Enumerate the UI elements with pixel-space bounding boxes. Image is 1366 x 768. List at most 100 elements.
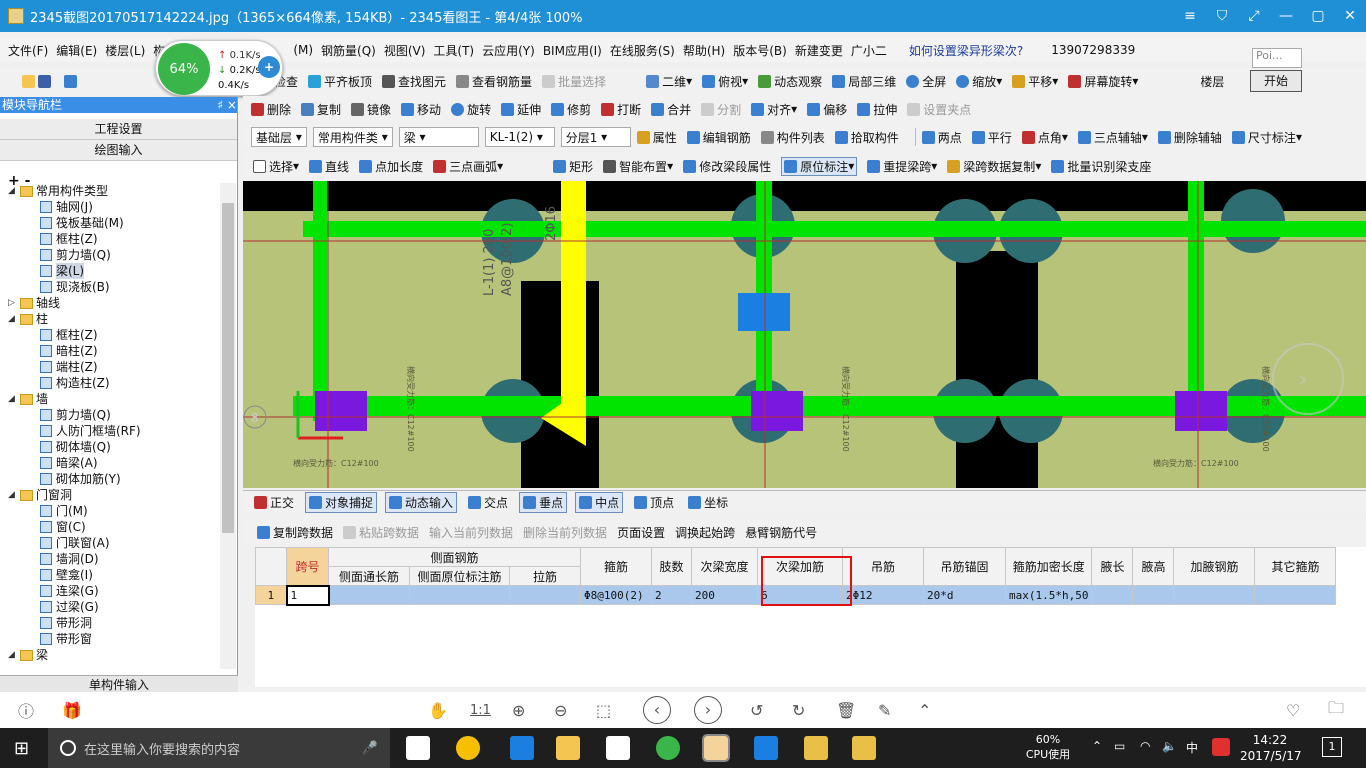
info-icon[interactable]: ⓘ	[18, 698, 34, 722]
perpendicular-snap[interactable]: 垂点	[519, 492, 568, 513]
dimension-dropdown[interactable]: 尺寸标注 ▾	[1231, 129, 1302, 146]
re-extract-span-dropdown[interactable]: 重提梁跨 ▾	[867, 158, 937, 175]
sogou-ime-icon[interactable]	[1212, 738, 1230, 756]
midpoint-snap[interactable]: 中点	[575, 492, 624, 513]
tree-item[interactable]: 砌体墙(Q)	[0, 439, 220, 455]
open-folder-viewer-icon[interactable]: 🗀	[1328, 697, 1344, 724]
cell-hanger[interactable]: 2Φ12	[842, 585, 924, 605]
header-side-in-situ[interactable]: 侧面原位标注筋	[409, 566, 510, 586]
tree-item[interactable]: ◢ 柱	[0, 311, 220, 327]
new-file-icon[interactable]	[6, 75, 19, 88]
pick-component-button[interactable]: 拾取构件	[834, 129, 899, 146]
delete-aux-button[interactable]: 删除辅轴	[1157, 129, 1222, 146]
paste-span-data-button[interactable]: 粘贴跨数据	[343, 524, 419, 541]
tray-chevron-icon[interactable]: ⌃	[1092, 739, 1102, 753]
menu-online[interactable]: 在线服务(S)	[610, 42, 675, 59]
volume-icon[interactable]: 🔈	[1162, 739, 1177, 753]
wifi-icon[interactable]: ◠	[1140, 739, 1150, 753]
menu-bim[interactable]: BIM应用(I)	[543, 42, 602, 59]
windows-start-icon[interactable]: ⊞	[14, 738, 29, 759]
taskbar-app-2-icon[interactable]	[456, 736, 480, 760]
rectangle-button[interactable]: 矩形	[553, 158, 593, 175]
flush-slab-top-button[interactable]: 平齐板顶	[308, 73, 372, 90]
layer-select[interactable]: 分层1 ▾	[560, 127, 631, 147]
file-explorer-icon[interactable]	[556, 736, 580, 760]
menu-icon[interactable]: ≡	[1174, 8, 1206, 24]
tree-item[interactable]: 带形窗	[0, 631, 220, 647]
floor-button[interactable]: 楼层	[1200, 73, 1224, 90]
plan-drawing[interactable]: 8 › L-1(1) 200 A8@100(2) 2Φ16 横向受力筋：C12#…	[243, 181, 1366, 488]
header-secondary-width[interactable]: 次梁宽度	[691, 547, 758, 586]
cell-legs[interactable]: 2	[651, 585, 692, 605]
component-type-select[interactable]: 常用构件类 ▾	[312, 127, 393, 147]
menu-file[interactable]: 文件(F)	[8, 42, 48, 59]
cell-haunch-length[interactable]	[1091, 585, 1134, 605]
floor-select[interactable]: 基础层 ▾	[251, 127, 307, 147]
tree-item[interactable]: 壁龛(I)	[0, 567, 220, 583]
mirror-button[interactable]: 镜像	[351, 101, 391, 118]
split-button[interactable]: 分割	[701, 101, 741, 118]
cell-span-no[interactable]: 1	[285, 584, 330, 606]
microphone-icon[interactable]: 🎤	[362, 741, 378, 756]
point-length-button[interactable]: 点加长度	[359, 158, 423, 175]
save-icon[interactable]	[38, 74, 51, 88]
clock[interactable]: 14:22 2017/5/17	[1240, 732, 1302, 764]
drawing-canvas[interactable]: 8 › L-1(1) 200 A8@100(2) 2Φ16 横向受力筋：C12#…	[243, 181, 1366, 488]
copy-span-data-button[interactable]: 复制跨数据	[257, 524, 333, 541]
tree-expand-icon[interactable]: ◢	[8, 487, 18, 503]
ime-indicator[interactable]: 中	[1186, 739, 1198, 756]
cell-side-continuous[interactable]	[328, 585, 410, 605]
intersection-snap[interactable]: 交点	[465, 493, 511, 512]
header-stirrup-dense-length[interactable]: 箍筋加密长度	[1004, 547, 1093, 586]
tree-item[interactable]: 门联窗(A)	[0, 535, 220, 551]
tree-item[interactable]: 带形洞	[0, 615, 220, 631]
hand-tool-icon[interactable]: ✋	[428, 701, 448, 720]
vertex-snap[interactable]: 顶点	[631, 493, 677, 512]
store-icon[interactable]	[606, 736, 630, 760]
set-grip-button[interactable]: 设置夹点	[907, 101, 971, 118]
modify-beam-span-button[interactable]: 修改梁段属性	[683, 158, 771, 175]
menu-guangxiaoer[interactable]: 广小二	[851, 42, 887, 59]
menu-floor[interactable]: 楼层(L)	[105, 42, 145, 59]
tree-item[interactable]: 暗柱(Z)	[0, 343, 220, 359]
tree-scrollbar[interactable]	[220, 183, 236, 669]
cell-tie-bar[interactable]	[509, 585, 581, 605]
component-select[interactable]: 梁 ▾	[398, 127, 479, 147]
single-component-input-button[interactable]: 单构件输入	[0, 675, 238, 692]
menu-edit[interactable]: 编辑(E)	[56, 42, 97, 59]
cell-haunch-height[interactable]	[1132, 585, 1175, 605]
in-situ-annotation-button[interactable]: 原位标注 ▾	[781, 156, 858, 176]
tree-expand-icon[interactable]: ◢	[8, 311, 18, 327]
header-haunch-length[interactable]: 腋长	[1091, 547, 1134, 586]
close-button[interactable]: ✕	[1334, 8, 1366, 24]
drawing-input-button[interactable]: 绘图输入	[0, 140, 237, 161]
dynamic-input-toggle[interactable]: 动态输入	[385, 492, 458, 513]
top-view-dropdown[interactable]: 俯视 ▾	[702, 73, 748, 90]
tree-item[interactable]: ◢ 常用构件类型	[0, 183, 220, 199]
header-hanger[interactable]: 吊筋	[842, 547, 924, 586]
2d-view-dropdown[interactable]: 二维 ▾	[646, 73, 692, 90]
glodon-app-icon[interactable]	[852, 736, 876, 760]
tree-item[interactable]: 构造柱(Z)	[0, 375, 220, 391]
extend-button[interactable]: 延伸	[501, 101, 541, 118]
tree-item[interactable]: 梁(L)	[0, 263, 220, 279]
tree-item[interactable]: 筏板基础(M)	[0, 215, 220, 231]
cantilever-code-button[interactable]: 悬臂钢筋代号	[745, 524, 817, 541]
header-span-no[interactable]: 跨号	[286, 547, 329, 586]
edit-image-icon[interactable]: ✎	[878, 701, 891, 720]
tree-item[interactable]: 连梁(G)	[0, 583, 220, 599]
tree-item[interactable]: 人防门框墙(RF)	[0, 423, 220, 439]
rotate-right-icon[interactable]: ↻	[792, 701, 805, 720]
pan-dropdown[interactable]: 平移 ▾	[1012, 73, 1058, 90]
input-column-data-button[interactable]: 输入当前列数据	[429, 524, 513, 541]
notification-center-icon[interactable]: 1	[1322, 737, 1342, 757]
three-point-aux-dropdown[interactable]: 三点辅轴 ▾	[1077, 129, 1148, 146]
network-speed-widget[interactable]: 64% ↑ 0.1K/s ↓ 0.2K/s 0.4K/s +	[155, 40, 283, 96]
tree-expand-icon[interactable]: ◢	[8, 647, 18, 663]
stretch-button[interactable]: 拉伸	[857, 101, 897, 118]
batch-select-button[interactable]: 批量选择	[542, 73, 606, 90]
scroll-up-icon[interactable]: ⌃	[918, 701, 931, 720]
ortho-toggle[interactable]: 正交	[251, 493, 297, 512]
header-haunch-height[interactable]: 腋高	[1132, 547, 1175, 586]
popup-input[interactable]: Poi...	[1252, 48, 1302, 68]
